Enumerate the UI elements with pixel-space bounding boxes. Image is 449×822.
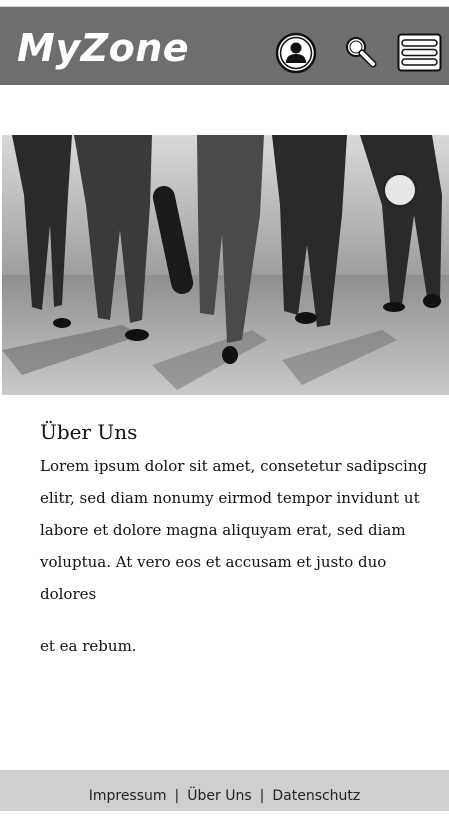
site-header: MyZone <box>0 7 449 85</box>
user-button[interactable] <box>275 32 317 74</box>
hero-photo <box>2 135 449 395</box>
site-logo[interactable]: MyZone <box>17 26 189 70</box>
footer-separator: | <box>259 788 265 804</box>
footer-link-impressum[interactable]: Impressum <box>89 788 167 804</box>
user-icon <box>275 32 317 74</box>
about-body-tail: et ea rebum. <box>40 637 137 655</box>
footer-link-ueber-uns[interactable]: Über Uns <box>187 788 251 804</box>
about-body: Lorem ipsum dolor sit amet, consetetur s… <box>40 457 428 603</box>
site-footer: Impressum | Über Uns | Datenschutz <box>0 770 449 811</box>
footer-link-datenschutz[interactable]: Datenschutz <box>272 788 360 804</box>
top-strip <box>0 0 449 7</box>
menu-button[interactable] <box>397 33 442 72</box>
search-icon <box>346 37 377 68</box>
about-title: Über Uns <box>40 420 138 444</box>
hero-image <box>2 135 449 395</box>
about-section: Über Uns Lorem ipsum dolor sit amet, con… <box>40 418 432 662</box>
footer-separator: | <box>174 788 180 804</box>
menu-icon <box>397 33 442 72</box>
search-button[interactable] <box>342 34 378 70</box>
